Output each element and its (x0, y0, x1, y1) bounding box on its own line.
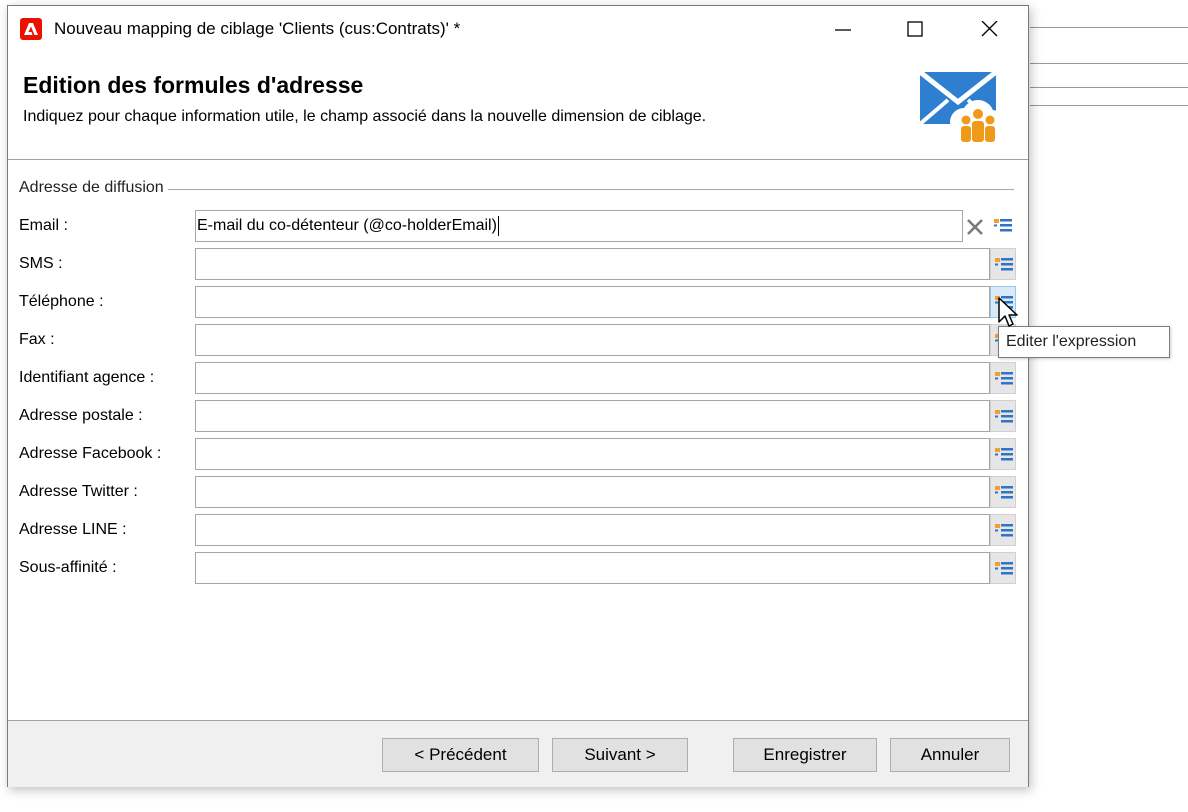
field-label: Adresse postale : (19, 407, 143, 424)
phone-field[interactable] (195, 286, 990, 318)
wizard-footer: < Précédent Suivant > Enregistrer Annule… (8, 721, 1028, 787)
adobe-app-icon (20, 18, 42, 40)
twitter-field[interactable] (195, 476, 990, 508)
field-row-sms: SMS : (8, 248, 1028, 280)
sms-field[interactable] (195, 248, 990, 280)
edit-expression-button[interactable] (990, 248, 1016, 280)
fax-field[interactable] (195, 324, 990, 356)
next-button[interactable]: Suivant > (552, 738, 688, 772)
field-label: SMS : (19, 255, 63, 272)
email-field-value: E-mail du co-détenteur (@co-holderEmail) (197, 217, 497, 234)
page-subtitle: Indiquez pour chaque information utile, … (23, 108, 707, 125)
mouse-pointer-icon (997, 296, 1021, 337)
line-field[interactable] (195, 514, 990, 546)
window-title: Nouveau mapping de ciblage 'Clients (cus… (54, 19, 461, 38)
field-label: Adresse LINE : (19, 521, 127, 538)
text-caret (497, 215, 499, 236)
cancel-button[interactable]: Annuler (890, 738, 1010, 772)
edit-expression-button[interactable] (990, 514, 1016, 546)
edit-expression-button[interactable] (990, 476, 1016, 508)
field-label: Adresse Facebook : (19, 445, 162, 462)
field-row-facebook: Adresse Facebook : (8, 438, 1028, 470)
field-label: Identifiant agence : (19, 369, 155, 386)
field-row-twitter: Adresse Twitter : (8, 476, 1028, 508)
field-row-line: Adresse LINE : (8, 514, 1028, 546)
field-row-postal-address: Adresse postale : (8, 400, 1028, 432)
close-button[interactable] (966, 14, 1012, 44)
email-field[interactable]: E-mail du co-détenteur (@co-holderEmail) (195, 210, 963, 242)
edit-expression-button[interactable] (990, 438, 1016, 470)
minimize-button[interactable] (820, 14, 866, 44)
save-button[interactable]: Enregistrer (733, 738, 877, 772)
field-label: Sous-affinité : (19, 559, 117, 576)
postal-address-field[interactable] (195, 400, 990, 432)
field-label: Email : (19, 217, 68, 234)
agency-id-field[interactable] (195, 362, 990, 394)
field-row-agency-id: Identifiant agence : (8, 362, 1028, 394)
group-divider (19, 189, 1014, 190)
field-label: Adresse Twitter : (19, 483, 138, 500)
edit-expression-button[interactable] (990, 400, 1016, 432)
previous-button[interactable]: < Précédent (382, 738, 539, 772)
field-row-sub-affinity: Sous-affinité : (8, 552, 1028, 584)
tooltip: Editer l'expression (998, 326, 1170, 358)
field-row-phone: Téléphone : (8, 286, 1028, 318)
dialog-window: Nouveau mapping de ciblage 'Clients (cus… (7, 5, 1029, 787)
facebook-field[interactable] (195, 438, 990, 470)
wizard-header: Edition des formules d'adresse Indiquez … (8, 52, 1028, 160)
group-label: Adresse de diffusion (19, 179, 168, 197)
title-bar: Nouveau mapping de ciblage 'Clients (cus… (8, 6, 1028, 52)
sub-affinity-field[interactable] (195, 552, 990, 584)
edit-expression-button[interactable] (990, 210, 1016, 242)
field-row-fax: Fax : (8, 324, 1028, 356)
field-label: Fax : (19, 331, 55, 348)
edit-expression-button[interactable] (990, 552, 1016, 584)
maximize-button[interactable] (892, 14, 938, 44)
field-row-email: Email : E-mail du co-détenteur (@co-hold… (8, 210, 1028, 242)
clear-icon[interactable] (966, 218, 984, 241)
page-title: Edition des formules d'adresse (23, 72, 364, 98)
field-label: Téléphone : (19, 293, 104, 310)
edit-expression-button[interactable] (990, 362, 1016, 394)
mail-audience-icon (918, 70, 1004, 151)
